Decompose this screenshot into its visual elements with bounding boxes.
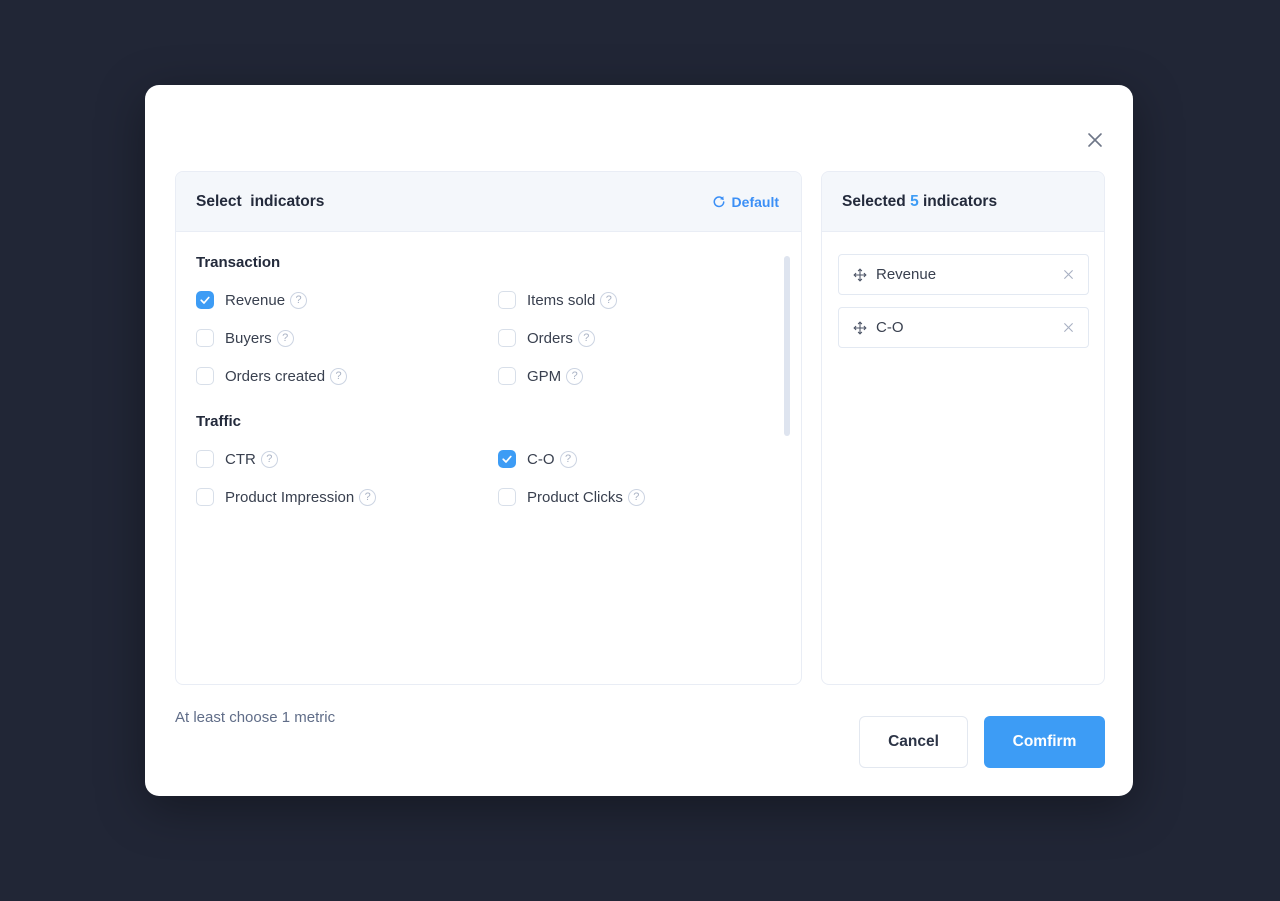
checkbox-item-orders-created[interactable]: Orders created ? xyxy=(196,357,498,395)
select-indicators-title: Select indicators xyxy=(196,192,325,210)
checkbox-item-orders[interactable]: Orders ? xyxy=(498,319,800,357)
checkbox-label: Product Clicks xyxy=(527,488,623,506)
help-icon[interactable]: ? xyxy=(330,367,348,385)
help-icon[interactable]: ? xyxy=(290,291,308,309)
custom-metrics-modal: Custom Metrics Select indicators Default… xyxy=(145,85,1133,796)
help-icon[interactable]: ? xyxy=(260,450,278,468)
remove-icon[interactable] xyxy=(1063,269,1074,280)
checkbox-item-product-clicks[interactable]: Product Clicks ? xyxy=(498,478,800,516)
selected-list: Revenue C-O xyxy=(822,232,1104,348)
selected-indicators-header: Selected 5 indicators xyxy=(822,172,1104,232)
checkbox-item-items-sold[interactable]: Items sold ? xyxy=(498,281,800,319)
refresh-icon xyxy=(713,195,725,207)
default-label: Default xyxy=(731,193,779,210)
checkbox[interactable] xyxy=(196,291,214,309)
checkbox[interactable] xyxy=(196,367,214,385)
select-indicators-panel: Select indicators Default Transaction Re… xyxy=(175,171,802,685)
checkbox-label: Orders created xyxy=(225,367,326,385)
help-icon[interactable]: ? xyxy=(600,291,618,309)
checkbox-label: CTR xyxy=(225,450,256,468)
help-icon[interactable]: ? xyxy=(559,450,577,468)
selected-item-label: Revenue xyxy=(876,266,937,283)
selected-indicators-panel: Selected 5 indicators Revenue C-O xyxy=(821,171,1105,685)
help-icon[interactable]: ? xyxy=(627,488,645,506)
checkbox-item-revenue[interactable]: Revenue ? xyxy=(196,281,498,319)
checkbox-label: Product Impression xyxy=(225,488,355,506)
checkbox-item-gpm[interactable]: GPM ? xyxy=(498,357,800,395)
section-title-traffic: Traffic xyxy=(196,413,242,430)
confirm-button[interactable]: Comfirm xyxy=(984,716,1105,768)
selected-item-c-o[interactable]: C-O xyxy=(838,307,1089,348)
traffic-grid: CTR ? C-O ? Product Impression ? Product… xyxy=(196,440,781,516)
selected-suffix: indicators xyxy=(918,192,998,210)
selected-indicators-title: Selected 5 indicators xyxy=(842,193,997,211)
checkbox-item-product-impression[interactable]: Product Impression ? xyxy=(196,478,498,516)
checkbox-label: Revenue xyxy=(225,291,286,309)
help-icon[interactable]: ? xyxy=(276,329,294,347)
checkbox[interactable] xyxy=(498,450,516,468)
move-icon[interactable] xyxy=(853,268,867,282)
checkbox[interactable] xyxy=(498,367,516,385)
checkbox-item-ctr[interactable]: CTR ? xyxy=(196,440,498,478)
checkbox-label: Orders xyxy=(527,329,573,347)
selected-item-label: C-O xyxy=(876,319,904,336)
help-icon[interactable]: ? xyxy=(359,488,377,506)
default-reset-button[interactable]: Default xyxy=(712,194,779,210)
help-icon[interactable]: ? xyxy=(577,329,595,347)
checkbox[interactable] xyxy=(196,488,214,506)
checkbox-label: GPM xyxy=(527,367,562,385)
select-indicators-header: Select indicators Default xyxy=(176,172,801,232)
help-icon[interactable]: ? xyxy=(566,367,584,385)
checkbox[interactable] xyxy=(498,291,516,309)
checkbox[interactable] xyxy=(498,329,516,347)
selected-item-revenue[interactable]: Revenue xyxy=(838,254,1089,295)
checkbox-item-c-o[interactable]: C-O ? xyxy=(498,440,800,478)
checkbox-item-buyers[interactable]: Buyers ? xyxy=(196,319,498,357)
checkbox-label: Buyers xyxy=(225,329,272,347)
checkbox[interactable] xyxy=(196,329,214,347)
cancel-button[interactable]: Cancel xyxy=(859,716,968,768)
remove-icon[interactable] xyxy=(1063,322,1074,333)
selected-prefix: Selected xyxy=(842,192,911,210)
selected-count: 5 xyxy=(910,192,919,210)
scrollbar-thumb[interactable] xyxy=(784,256,790,436)
move-icon[interactable] xyxy=(853,321,867,335)
transaction-grid: Revenue ? Items sold ? Buyers ? Orders ? xyxy=(196,281,781,395)
checkbox-label: C-O xyxy=(527,450,555,468)
checkbox[interactable] xyxy=(196,450,214,468)
close-icon[interactable] xyxy=(1084,129,1106,151)
footer-hint: At least choose 1 metric xyxy=(175,709,336,726)
checkbox[interactable] xyxy=(498,488,516,506)
section-title-transaction: Transaction xyxy=(196,254,281,271)
indicator-list: Transaction Revenue ? Items sold ? Buyer… xyxy=(176,232,801,516)
checkbox-label: Items sold xyxy=(527,291,596,309)
